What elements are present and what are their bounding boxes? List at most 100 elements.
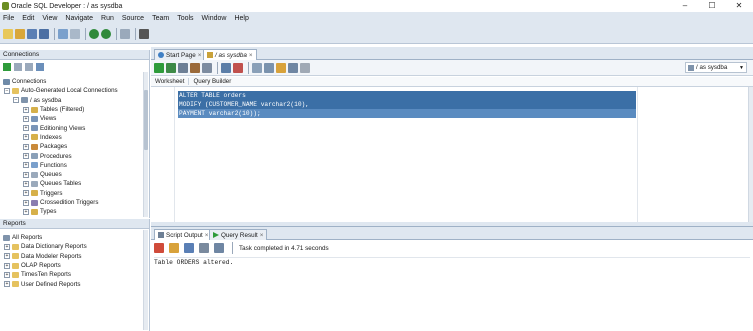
report-item[interactable]: + OLAP Reports bbox=[0, 261, 142, 270]
run-statement-icon[interactable] bbox=[154, 62, 164, 73]
menu-view[interactable]: View bbox=[42, 15, 57, 22]
expand-icon[interactable]: + bbox=[23, 125, 29, 132]
sql-tuning-icon[interactable] bbox=[252, 62, 262, 73]
autotrace-icon[interactable] bbox=[178, 62, 188, 73]
tree-node[interactable]: + Triggers bbox=[0, 189, 142, 198]
save-output-icon[interactable] bbox=[184, 243, 194, 253]
code-line-1[interactable]: ALTER TABLE orders bbox=[178, 91, 636, 100]
undo-icon[interactable] bbox=[58, 28, 68, 39]
menu-run[interactable]: Run bbox=[101, 15, 114, 22]
back-icon[interactable] bbox=[89, 28, 99, 39]
tree-node[interactable]: + Crossedition Triggers bbox=[0, 198, 142, 207]
expand-icon[interactable]: + bbox=[23, 134, 29, 141]
open-icon[interactable] bbox=[15, 28, 25, 39]
clear-output-icon[interactable] bbox=[214, 243, 224, 253]
expand-icon[interactable]: + bbox=[23, 180, 29, 187]
expand-icon[interactable]: + bbox=[4, 271, 10, 278]
menu-edit[interactable]: Edit bbox=[22, 15, 34, 22]
tree-node[interactable]: + Editioning Views bbox=[0, 123, 142, 132]
menu-navigate[interactable]: Navigate bbox=[65, 15, 93, 22]
menu-window[interactable]: Window bbox=[202, 15, 227, 22]
menu-source[interactable]: Source bbox=[122, 15, 144, 22]
report-item[interactable]: All Reports bbox=[0, 233, 142, 242]
schema-browser-icon[interactable] bbox=[36, 63, 44, 71]
minimize-button[interactable]: – bbox=[672, 0, 698, 12]
scroll-thumb[interactable] bbox=[144, 90, 148, 150]
tab-worksheet[interactable]: Worksheet bbox=[151, 78, 190, 85]
tree-node[interactable]: + Packages bbox=[0, 142, 142, 151]
expand-icon[interactable]: + bbox=[23, 208, 29, 215]
redo-icon[interactable] bbox=[70, 28, 80, 39]
close-tab-icon[interactable]: × bbox=[260, 232, 264, 239]
explain-plan-icon[interactable] bbox=[190, 62, 200, 73]
expand-icon[interactable]: + bbox=[23, 162, 29, 169]
tab-sysdba[interactable]: / as sysdba × bbox=[203, 49, 257, 60]
tuning-icon[interactable] bbox=[202, 62, 212, 73]
code-line-3[interactable]: PAYMENT varchar2(10)); bbox=[178, 109, 636, 118]
run-script-icon[interactable] bbox=[166, 62, 176, 73]
collapse-icon[interactable]: − bbox=[4, 87, 10, 94]
report-item[interactable]: + Data Modeler Reports bbox=[0, 252, 142, 261]
sql-editor[interactable]: ALTER TABLE orders MODIFY (CUSTOMER_NAME… bbox=[151, 87, 753, 222]
menu-file[interactable]: File bbox=[3, 15, 14, 22]
close-button[interactable]: ✕ bbox=[726, 0, 752, 12]
expand-icon[interactable]: + bbox=[23, 143, 29, 150]
tree-node[interactable]: + Queues bbox=[0, 170, 142, 179]
code-line-2[interactable]: MODIFY (CUSTOMER_NAME varchar2(10), bbox=[178, 100, 636, 109]
sql-history-icon[interactable] bbox=[300, 62, 310, 73]
menu-help[interactable]: Help bbox=[234, 15, 248, 22]
commit-icon[interactable] bbox=[221, 62, 231, 73]
menu-team[interactable]: Team bbox=[152, 15, 169, 22]
tab-query-builder[interactable]: Query Builder bbox=[189, 78, 235, 85]
rollback-icon[interactable] bbox=[233, 62, 243, 73]
close-tab-icon[interactable]: × bbox=[198, 52, 202, 59]
expand-icon[interactable]: + bbox=[4, 281, 10, 288]
expand-icon[interactable]: + bbox=[4, 262, 10, 269]
tree-node[interactable]: + Functions bbox=[0, 161, 142, 170]
expand-icon[interactable]: + bbox=[23, 115, 29, 122]
tree-node[interactable]: + Views bbox=[0, 114, 142, 123]
print-icon[interactable] bbox=[199, 243, 209, 253]
expand-icon[interactable]: + bbox=[4, 253, 10, 260]
reports-scrollbar[interactable] bbox=[143, 230, 148, 330]
save-icon[interactable] bbox=[27, 28, 37, 39]
maximize-button[interactable]: ☐ bbox=[699, 0, 725, 12]
sql-icon[interactable] bbox=[120, 28, 130, 39]
clear-icon[interactable] bbox=[276, 62, 286, 73]
tree-node[interactable]: + Indexes bbox=[0, 133, 142, 142]
report-item[interactable]: + User Defined Reports bbox=[0, 279, 142, 288]
binoculars-icon[interactable] bbox=[139, 28, 149, 39]
tree-node[interactable]: + Procedures bbox=[0, 151, 142, 160]
close-tab-icon[interactable]: × bbox=[205, 232, 209, 239]
expand-icon[interactable]: + bbox=[23, 106, 29, 113]
refresh-icon[interactable] bbox=[14, 63, 22, 71]
save-all-icon[interactable] bbox=[39, 28, 49, 39]
connections-scrollbar[interactable] bbox=[143, 72, 148, 217]
editor-scrollbar[interactable] bbox=[748, 87, 753, 222]
expand-icon[interactable]: + bbox=[4, 243, 10, 250]
tab-start-page[interactable]: Start Page × bbox=[154, 49, 206, 60]
expand-icon[interactable]: + bbox=[23, 190, 29, 197]
tab-query-result[interactable]: Query Result × bbox=[209, 229, 268, 240]
close-tab-icon[interactable]: × bbox=[249, 52, 253, 59]
tree-node[interactable]: + Queues Tables bbox=[0, 179, 142, 188]
report-item[interactable]: + TimesTen Reports bbox=[0, 270, 142, 279]
collapse-icon[interactable]: − bbox=[13, 97, 19, 104]
report-item[interactable]: + Data Dictionary Reports bbox=[0, 242, 142, 251]
history-icon[interactable] bbox=[288, 62, 298, 73]
format-icon[interactable] bbox=[264, 62, 274, 73]
expand-icon[interactable]: + bbox=[23, 153, 29, 160]
tree-root[interactable]: Connections bbox=[0, 77, 142, 86]
tree-auto[interactable]: − Auto-Generated Local Connections bbox=[0, 86, 142, 95]
tab-script-output[interactable]: Script Output × bbox=[154, 229, 213, 240]
forward-icon[interactable] bbox=[101, 28, 111, 39]
tree-conn[interactable]: − / as sysdba bbox=[0, 96, 142, 105]
pin-icon[interactable] bbox=[154, 243, 164, 253]
new-icon[interactable] bbox=[3, 28, 13, 39]
edit-icon[interactable] bbox=[169, 243, 179, 253]
expand-icon[interactable]: + bbox=[23, 171, 29, 178]
menu-tools[interactable]: Tools bbox=[177, 15, 193, 22]
tree-node[interactable]: + Tables (Filtered) bbox=[0, 105, 142, 114]
expand-icon[interactable]: + bbox=[23, 199, 29, 206]
connection-selector[interactable]: / as sysdba ▼ bbox=[685, 62, 747, 73]
